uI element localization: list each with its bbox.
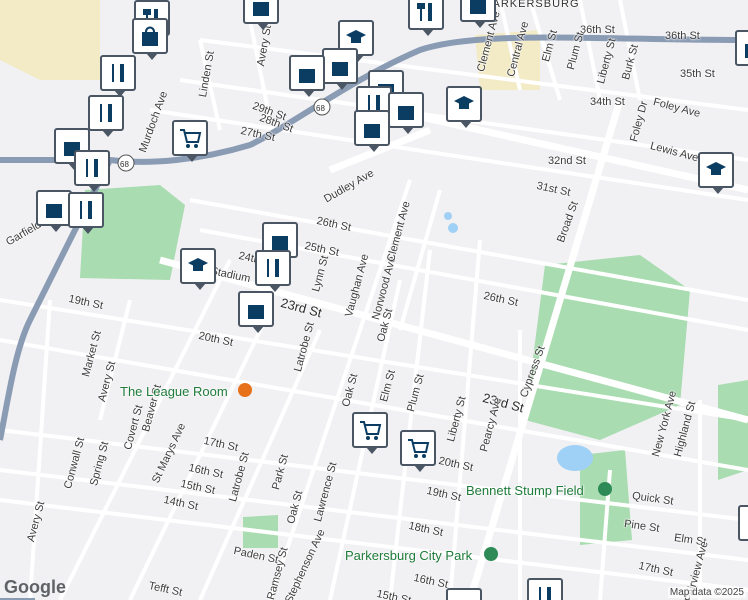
fork-knife-icon [417, 3, 432, 21]
place-city-park-label[interactable]: Parkersburg City Park [345, 548, 472, 563]
map-canvas[interactable]: 68 68 36th St 36th St 35th St 34th St 32… [0, 0, 748, 600]
shopping-bag-icon [253, 2, 269, 16]
pond [557, 445, 593, 471]
shopping-bag-icon [272, 236, 288, 250]
shopping-bag-icon [299, 69, 315, 83]
street-34th: 34th St [590, 96, 625, 108]
shopping-bag-icon [46, 204, 62, 218]
restaurant-marker-5[interactable] [88, 95, 124, 137]
shopping-bag-marker-5[interactable] [322, 48, 358, 90]
street-32nd: 32nd St [548, 155, 586, 167]
pond-small-2 [444, 212, 452, 220]
shopping-bag-icon [142, 26, 158, 46]
shopping-bag-marker-4[interactable] [735, 30, 748, 66]
grocery-cart-marker-2[interactable] [352, 412, 388, 454]
fork-knife-icon [112, 64, 124, 82]
shopping-bag-icon [745, 44, 748, 58]
school-marker-3[interactable] [698, 152, 734, 194]
sand-area [0, 0, 100, 80]
svg-text:68: 68 [316, 104, 325, 113]
city-label: PARKERSBURG [485, 0, 580, 10]
pond-small [448, 223, 458, 233]
shopping-cart-icon [408, 439, 430, 458]
graduation-cap-icon [454, 96, 474, 109]
road-foley [389, 106, 748, 194]
street-36th: 36th St [665, 30, 700, 42]
graduation-cap-icon [188, 258, 208, 271]
restaurant-marker-8[interactable] [255, 250, 291, 292]
restaurant-marker-9[interactable] [527, 578, 563, 600]
shopping-bag-icon [332, 62, 348, 76]
restaurant-marker-6[interactable] [74, 150, 110, 192]
bar-icon[interactable] [238, 383, 252, 397]
fork-knife-icon [100, 104, 112, 122]
shopping-bag-marker-6[interactable] [289, 55, 325, 97]
grocery-cart-marker[interactable] [172, 120, 208, 162]
shopping-bag-marker-3[interactable] [460, 0, 496, 28]
shopping-bag-icon [744, 511, 748, 535]
place-bennett-stump-label[interactable]: Bennett Stump Field [466, 483, 584, 498]
fork-knife-icon [539, 587, 551, 600]
shopping-bag-marker-9[interactable] [354, 110, 390, 152]
school-marker-2[interactable] [446, 86, 482, 128]
map-attribution[interactable]: Map data ©2025 [667, 587, 746, 598]
place-league-room-label[interactable]: The League Room [120, 384, 228, 399]
shopping-bag-icon [364, 124, 380, 138]
shopping-bag-marker-13[interactable] [238, 291, 274, 333]
graduation-cap-icon [706, 162, 726, 175]
restaurant-marker-4[interactable] [100, 55, 136, 97]
fork-knife-icon [80, 201, 92, 219]
restaurant-marker-7[interactable] [68, 192, 104, 234]
svg-text:68: 68 [120, 160, 129, 169]
shopping-bag-icon [248, 305, 264, 319]
shopping-bag-icon [452, 594, 476, 600]
fork-knife-icon [267, 259, 279, 277]
street-35th: 35th St [680, 68, 715, 80]
shopping-bag-marker-8[interactable] [388, 92, 424, 134]
fork-knife-icon [86, 159, 98, 177]
shopping-bag-marker[interactable] [132, 18, 168, 60]
school-marker-4[interactable] [180, 248, 216, 290]
shopping-bag-marker-14[interactable] [446, 588, 482, 600]
restaurant-marker-2[interactable] [408, 0, 444, 36]
shopping-bag-icon [398, 106, 414, 120]
shopping-bag-marker-2[interactable] [243, 0, 279, 30]
grocery-cart-marker-3[interactable] [400, 430, 436, 472]
shopping-cart-icon [360, 421, 382, 440]
shopping-bag-marker-11[interactable] [36, 190, 72, 232]
shopping-bag-icon [470, 0, 486, 14]
shopping-cart-icon [180, 129, 202, 148]
tree-icon[interactable] [484, 547, 498, 561]
park-icon[interactable] [598, 482, 612, 496]
shopping-bag-marker-15[interactable] [738, 505, 748, 541]
google-logo: Google [4, 577, 66, 597]
graduation-cap-icon [346, 30, 366, 43]
